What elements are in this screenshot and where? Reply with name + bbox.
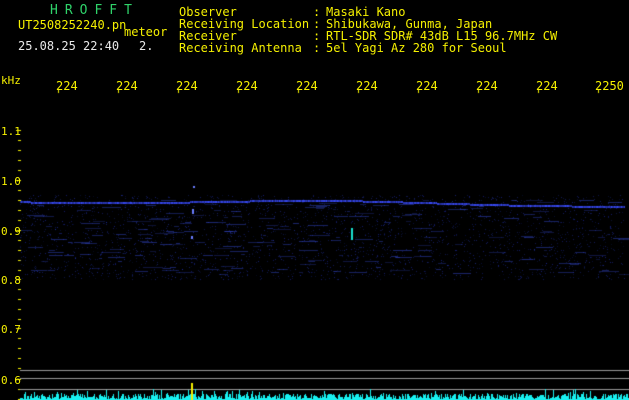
- freq-tick-2: 1.0: [1, 175, 21, 188]
- brand-title: HROFFT: [50, 3, 139, 18]
- freq-tick-1: 1.1: [1, 125, 21, 138]
- freq-tick-4: 0.8: [1, 274, 21, 287]
- time-tick-4: 224: [236, 79, 258, 93]
- time-tick-5: 224: [296, 79, 318, 93]
- count-label: 2.: [139, 39, 154, 53]
- time-tick-8: 224: [476, 79, 498, 93]
- freq-tick-6: 0.6: [1, 374, 21, 387]
- time-tick-6: 224: [356, 79, 378, 93]
- mode-label: meteor: [124, 25, 168, 39]
- freq-unit-label: kHz: [1, 74, 21, 87]
- freq-tick-3: 0.9: [1, 225, 21, 238]
- antenna-colon: :: [313, 41, 321, 55]
- datetime-label: 25.08.25 22:40: [18, 39, 120, 53]
- time-tick-2: 224: [116, 79, 138, 93]
- filename-label: UT2508252240.pn: [18, 18, 127, 32]
- time-tick-9: 224: [536, 79, 558, 93]
- antenna-value: 5el Yagi Az 280 for Seoul: [326, 41, 507, 55]
- antenna-label: Receiving Antenna: [179, 41, 302, 55]
- time-tick-1: 224: [56, 79, 78, 93]
- time-tick-10: 2250: [595, 79, 624, 93]
- spectrogram-canvas: [0, 0, 629, 400]
- time-tick-3: 224: [176, 79, 198, 93]
- freq-tick-5: 0.7: [1, 323, 21, 336]
- time-tick-7: 224: [416, 79, 438, 93]
